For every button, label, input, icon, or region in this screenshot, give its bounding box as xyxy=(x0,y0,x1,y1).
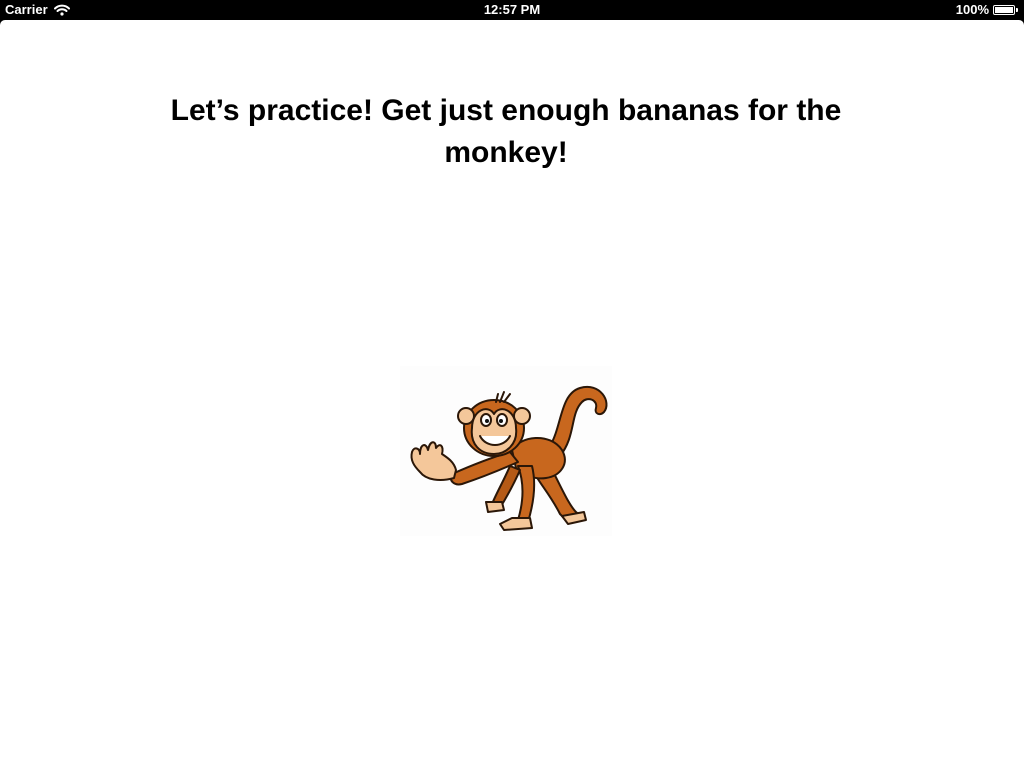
status-time: 12:57 PM xyxy=(483,2,541,17)
monkey-icon xyxy=(400,366,612,536)
battery-fill xyxy=(995,6,1013,13)
status-bar: Carrier 12:57 PM 100% xyxy=(0,0,1024,20)
battery-icon xyxy=(993,4,1018,15)
practice-prompt: Let’s practice! Get just enough bananas … xyxy=(170,94,842,169)
status-right: 100% xyxy=(956,2,1018,17)
battery-percent: 100% xyxy=(955,2,989,17)
app-screen: Let’s practice! Get just enough bananas … xyxy=(0,20,1024,768)
